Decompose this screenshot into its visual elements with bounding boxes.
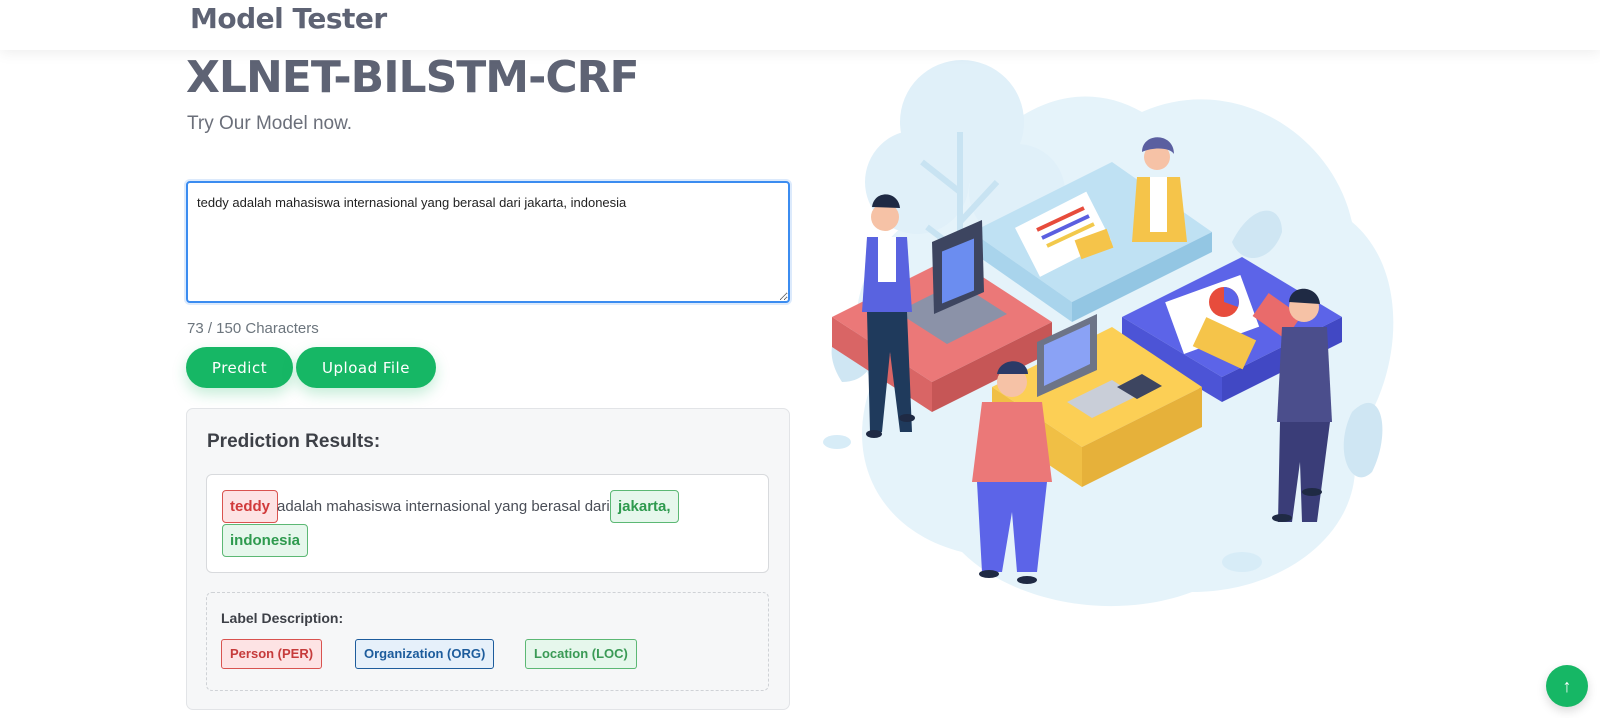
teamwork-puzzle-illustration	[823, 60, 1394, 607]
results-title: Prediction Results:	[207, 431, 381, 452]
brand-title[interactable]: Model Tester	[190, 2, 387, 35]
legend-person: Person (PER)	[221, 639, 323, 669]
scroll-to-top-button[interactable]: ↑	[1546, 665, 1588, 707]
label-description-title: Label Description:	[221, 610, 344, 626]
top-navbar: Model Tester	[0, 0, 1600, 50]
page-title: XLNET-BILSTM-CRF	[186, 52, 640, 103]
predict-button[interactable]: Predict	[186, 347, 293, 388]
entity-tag-loc: jakarta,	[610, 490, 679, 523]
prediction-output: teddy adalah mahasiswa internasional yan…	[206, 474, 769, 573]
label-description-box: Label Description: Person (PER) Organiza…	[206, 592, 769, 691]
entity-tag-per: teddy	[222, 490, 279, 523]
legend-organization: Organization (ORG)	[355, 639, 495, 669]
arrow-up-icon: ↑	[1562, 676, 1572, 696]
page-subtitle: Try Our Model now.	[187, 113, 353, 134]
upload-file-button[interactable]: Upload File	[296, 347, 436, 388]
plain-token-text: adalah mahasiswa internasional yang bera…	[277, 498, 610, 515]
legend-location: Location (LOC)	[525, 639, 637, 669]
sentence-input[interactable]	[186, 181, 790, 303]
prediction-results-card: Prediction Results: teddy adalah mahasis…	[186, 408, 790, 710]
character-counter: 73 / 150 Characters	[187, 320, 319, 337]
entity-tag-loc: indonesia	[222, 524, 309, 557]
